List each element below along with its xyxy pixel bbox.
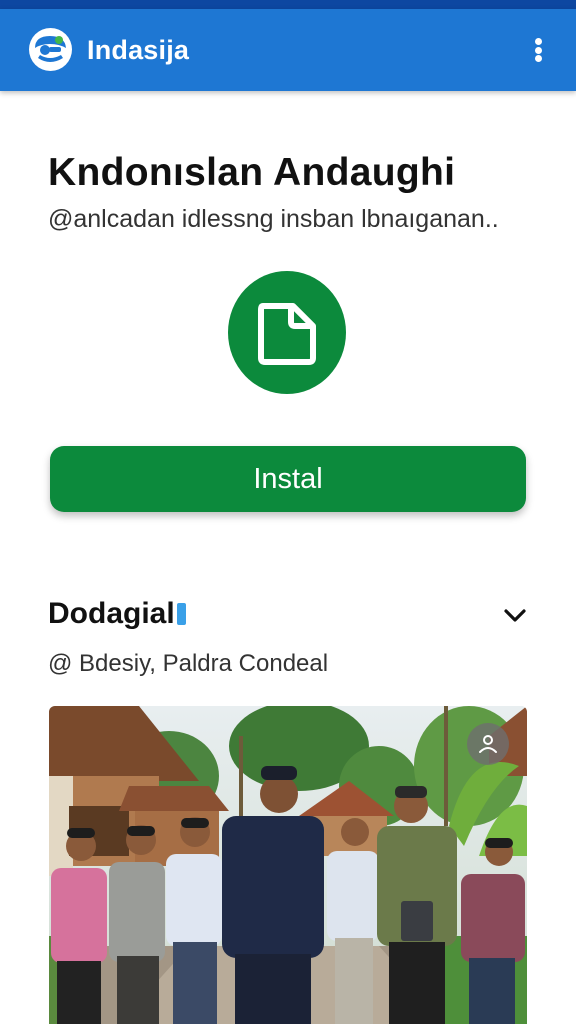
- install-button[interactable]: Instal: [50, 446, 526, 512]
- app-bar: Indasija: [0, 9, 576, 91]
- section-title: Dodagial: [48, 597, 186, 631]
- status-bar: [0, 0, 576, 9]
- page-subtitle: @anlcadan idlessng insban lbnaıganan..: [48, 205, 499, 233]
- page-title: Kndonıslan Andaughi: [48, 151, 456, 194]
- app-logo-icon[interactable]: [29, 28, 72, 71]
- app-title: Indasija: [87, 35, 190, 65]
- more-vert-icon[interactable]: [524, 34, 552, 66]
- location-text: @ Bdesiy, Paldra Condeal: [48, 650, 329, 677]
- person-icon[interactable]: [467, 723, 509, 765]
- verified-badge-icon: [176, 603, 186, 625]
- chevron-down-icon[interactable]: [502, 603, 528, 629]
- document-icon: [228, 271, 346, 394]
- section-title-text: Dodagial: [48, 597, 175, 630]
- group-photo[interactable]: [49, 706, 527, 1024]
